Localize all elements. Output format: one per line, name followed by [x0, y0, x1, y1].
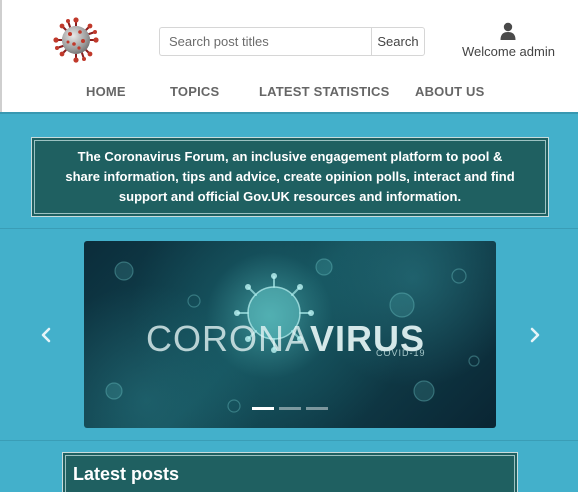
carousel-indicator[interactable]	[252, 407, 274, 410]
welcome-text: Welcome admin	[462, 44, 555, 59]
intro-banner-text: The Coronavirus Forum, an inclusive enga…	[65, 149, 515, 204]
nav-item-home[interactable]: HOME	[86, 84, 126, 99]
carousel-title-light: CORONA	[146, 318, 311, 359]
latest-posts-section: Latest posts	[62, 452, 518, 492]
nav-item-about-us[interactable]: ABOUT US	[415, 84, 485, 99]
chevron-left-icon[interactable]	[36, 325, 56, 345]
search-button[interactable]: Search	[371, 27, 425, 56]
coronavirus-logo-icon[interactable]	[52, 16, 100, 64]
carousel-slide-subtitle: COVID-19	[376, 348, 426, 358]
carousel-indicator[interactable]	[306, 407, 328, 410]
carousel-indicator[interactable]	[279, 407, 301, 410]
header-divider	[0, 112, 578, 114]
nav-item-topics[interactable]: TOPICS	[170, 84, 219, 99]
chevron-right-icon[interactable]	[525, 325, 545, 345]
site-header: Search Welcome admin HOME TOPICS LATEST …	[0, 0, 578, 112]
latest-posts-title: Latest posts	[73, 464, 180, 484]
search-input[interactable]	[159, 27, 371, 56]
intro-banner: The Coronavirus Forum, an inclusive enga…	[31, 137, 549, 217]
search-bar: Search	[159, 27, 425, 56]
section-divider	[0, 228, 578, 229]
user-icon[interactable]	[500, 22, 516, 40]
carousel-indicators	[252, 407, 328, 410]
section-divider	[0, 440, 578, 441]
user-menu[interactable]: Welcome admin	[462, 22, 555, 59]
image-carousel[interactable]: CORONAVIRUS COVID-19	[84, 241, 496, 428]
nav-item-latest-statistics[interactable]: LATEST STATISTICS	[259, 84, 390, 99]
